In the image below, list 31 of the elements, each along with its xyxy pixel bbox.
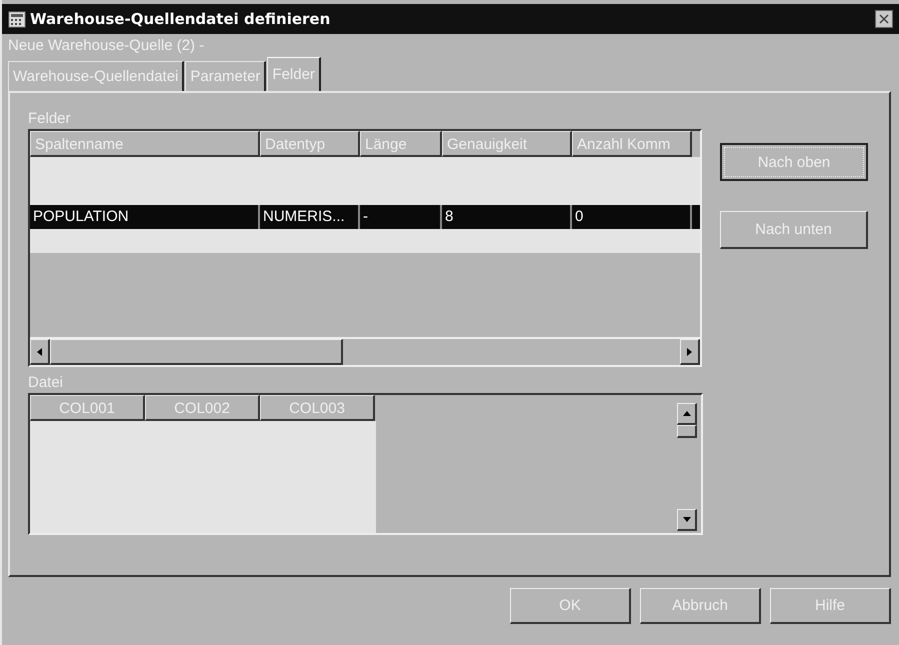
column-header[interactable]: Genauigkeit — [442, 131, 572, 157]
dialog-button[interactable]: OK — [510, 588, 631, 624]
column-header[interactable]: Spaltenname — [30, 131, 260, 157]
tab[interactable]: Felder — [267, 57, 321, 91]
subtitle: Neue Warehouse-Quelle (2) - — [7, 36, 206, 56]
close-button[interactable] — [875, 10, 893, 28]
move-button[interactable]: Nach unten — [720, 211, 868, 249]
right-arrow-icon — [687, 348, 692, 356]
column-header[interactable]: Datentyp — [260, 131, 360, 157]
window-title: Warehouse-Quellendatei definieren — [30, 10, 332, 28]
column-header[interactable]: COL002 — [145, 395, 260, 421]
tab[interactable]: Warehouse-Quellendatei — [8, 61, 184, 91]
group-label: Felder — [28, 109, 72, 129]
column-header[interactable]: COL003 — [260, 395, 375, 421]
dialog-button[interactable]: Hilfe — [770, 588, 891, 624]
scrollbar-thumb[interactable] — [50, 339, 343, 365]
move-button[interactable]: Nach oben — [720, 143, 868, 181]
column-header[interactable]: Anzahl Komm — [572, 131, 692, 157]
tab[interactable]: Parameter — [185, 61, 266, 91]
table-row[interactable]: POPULATION NUMERIS... - 8 0 — [30, 205, 700, 229]
horizontal-scrollbar[interactable] — [30, 337, 700, 365]
calculator-icon — [8, 10, 26, 28]
scrollbar-thumb[interactable] — [677, 425, 697, 438]
dialog-button[interactable]: Abbruch — [640, 588, 761, 624]
group-label: Datei — [28, 373, 64, 393]
close-icon — [879, 14, 889, 24]
column-header[interactable]: Länge — [360, 131, 442, 157]
left-arrow-icon — [37, 348, 42, 356]
down-arrow-icon — [682, 517, 690, 522]
up-arrow-icon — [682, 411, 690, 416]
column-header[interactable]: COL001 — [30, 395, 145, 421]
